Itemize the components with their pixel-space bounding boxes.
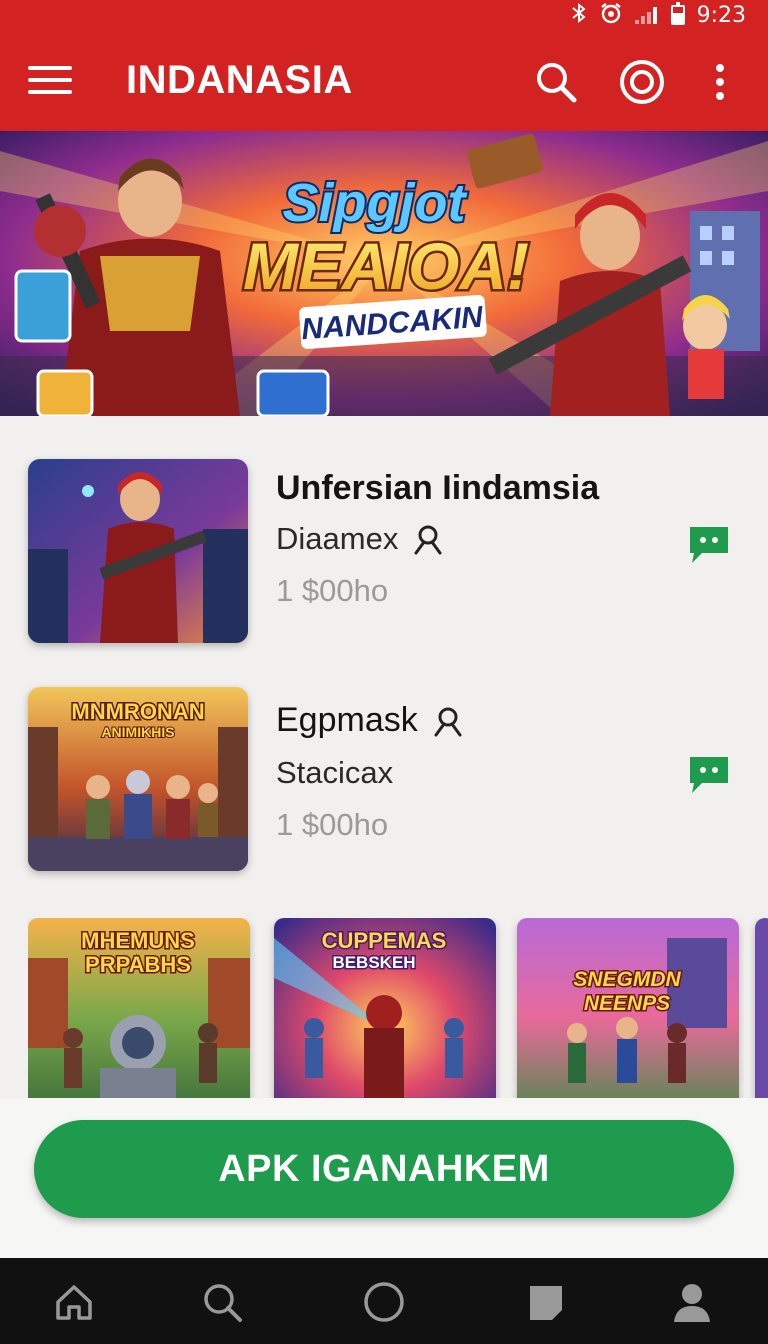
item-price: 1 $00ho xyxy=(276,807,389,842)
carousel-card[interactable] xyxy=(755,918,768,1098)
user-icon xyxy=(432,705,464,737)
app-bar: INDANASIA xyxy=(0,40,768,124)
profile-icon[interactable] xyxy=(670,1280,714,1324)
target-icon[interactable] xyxy=(618,58,666,106)
hero-banner[interactable]: Sipgjot MEAIOA! NANDCAKIN xyxy=(0,131,768,416)
list-item[interactable]: Unfersian Iindamsia Diaamex 1 $00ho xyxy=(28,459,740,645)
alarm-icon xyxy=(599,2,623,28)
card-title-line-2: BEBSKEH xyxy=(332,953,415,972)
thumb-title-line-1: MNMRONAN xyxy=(71,699,204,724)
home-icon[interactable] xyxy=(52,1280,96,1324)
list-item[interactable]: MNMRONAN ANIMIKHIS Egpmask Stacicax 1 $0… xyxy=(28,687,740,873)
circle-icon[interactable] xyxy=(362,1280,406,1324)
item-title: Egpmask xyxy=(276,701,418,739)
item-subtitle: Diaamex xyxy=(276,521,399,556)
signal-icon xyxy=(634,6,659,24)
cta-area: APK IGANAHKEM xyxy=(0,1098,768,1258)
item-price: 1 $00ho xyxy=(276,573,389,608)
hero-headline-2: MEAIOA! xyxy=(243,229,529,303)
carousel-card[interactable]: SNEGMDN NEENPS xyxy=(517,918,739,1098)
hero-headline-1: Sipgjot xyxy=(283,173,468,233)
status-bar: 9:23 xyxy=(571,2,746,28)
item-title: Unfersian Iindamsia xyxy=(276,469,600,507)
card-title-line-2: NEENPS xyxy=(584,992,670,1015)
card-title-line-1: SNEGMDN xyxy=(573,968,681,991)
app-title: INDANASIA xyxy=(126,58,353,102)
top-bar: 9:23 INDANASIA xyxy=(0,0,768,131)
chat-icon[interactable] xyxy=(686,753,732,797)
user-icon xyxy=(412,523,444,555)
apk-download-button[interactable]: APK IGANAHKEM xyxy=(34,1120,734,1218)
more-vert-icon[interactable] xyxy=(700,58,740,106)
card-title-line-2: PRPABHS xyxy=(85,952,191,977)
chat-icon[interactable] xyxy=(686,523,732,567)
card-title-line-1: CUPPEMAS xyxy=(322,928,447,953)
search-icon[interactable] xyxy=(532,58,580,106)
thumb-title-line-2: ANIMIKHIS xyxy=(101,724,174,740)
bluetooth-icon xyxy=(571,2,587,28)
menu-icon[interactable] xyxy=(28,66,72,96)
item-subtitle-row: Diaamex xyxy=(276,521,444,557)
item-subtitle: Stacicax xyxy=(276,755,394,790)
game-carousel[interactable]: MHEMUNS PRPABHS CUPPEMAS BEBSKEH SNEGMDN… xyxy=(28,918,768,1098)
carousel-card[interactable]: MHEMUNS PRPABHS xyxy=(28,918,250,1098)
search-icon[interactable] xyxy=(200,1280,244,1324)
status-time: 9:23 xyxy=(696,2,746,28)
chat-icon[interactable] xyxy=(524,1280,568,1324)
bottom-nav xyxy=(0,1258,768,1344)
battery-icon xyxy=(670,2,685,25)
card-title-line-1: MHEMUNS xyxy=(81,928,195,953)
carousel-card[interactable]: CUPPEMAS BEBSKEH xyxy=(274,918,496,1098)
item-title-row: Egpmask xyxy=(276,701,464,740)
game-thumbnail[interactable]: MNMRONAN ANIMIKHIS xyxy=(28,687,248,871)
game-thumbnail[interactable] xyxy=(28,459,248,643)
